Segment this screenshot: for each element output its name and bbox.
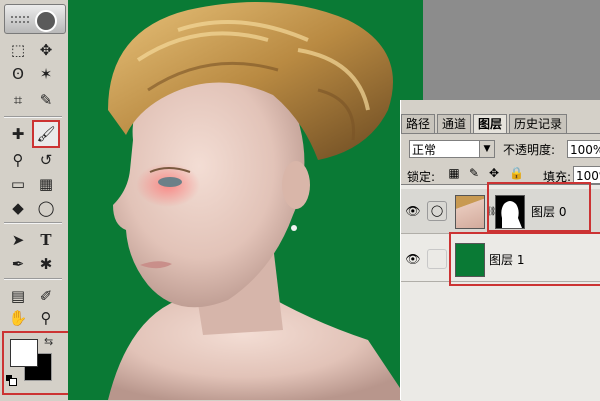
layers-panel: 路径 通道 图层 历史记录 正常 ▼ 不透明度: 100% 锁定: ▦ ✎ ✥ … bbox=[400, 100, 600, 401]
tab-channels[interactable]: 通道 bbox=[437, 114, 472, 133]
toolbox-divider bbox=[4, 278, 62, 280]
default-colors-icon[interactable] bbox=[6, 375, 17, 386]
gradient-tool-icon[interactable]: ▦ bbox=[34, 172, 58, 196]
chevron-down-icon[interactable]: ▼ bbox=[479, 141, 494, 157]
foreground-color-swatch[interactable] bbox=[10, 339, 38, 367]
move-tool-icon[interactable]: ✥ bbox=[34, 38, 58, 62]
brush-tool-icon[interactable]: 🖌 bbox=[32, 120, 60, 148]
history-brush-tool-icon[interactable]: ↺ bbox=[34, 148, 58, 172]
tab-layers[interactable]: 图层 bbox=[473, 114, 508, 133]
highlight-box bbox=[449, 232, 600, 286]
notes-tool-icon[interactable]: ▤ bbox=[6, 284, 30, 308]
path-selection-tool-icon[interactable]: ➤ bbox=[6, 228, 30, 252]
layer-link-cell[interactable] bbox=[427, 249, 447, 269]
shape-tool-icon[interactable]: ✱ bbox=[34, 252, 58, 276]
opacity-field[interactable]: 100% bbox=[567, 140, 600, 158]
app-logo-icon[interactable] bbox=[35, 10, 57, 32]
healing-brush-tool-icon[interactable]: ✚ bbox=[6, 122, 30, 146]
slice-tool-icon[interactable]: ✎ bbox=[34, 88, 58, 112]
highlight-box bbox=[487, 182, 591, 232]
lock-all-icon[interactable]: 🔒 bbox=[509, 166, 524, 180]
tab-paths[interactable]: 路径 bbox=[401, 114, 436, 133]
toolbox-header bbox=[4, 4, 66, 34]
layer-mask-link-icon[interactable]: ◯ bbox=[427, 201, 447, 221]
swap-colors-icon[interactable]: ⇆ bbox=[44, 335, 53, 348]
dodge-tool-icon[interactable]: ◯ bbox=[34, 196, 58, 220]
clone-stamp-tool-icon[interactable]: ⚲ bbox=[6, 148, 30, 172]
eyedropper-tool-icon[interactable]: ✐ bbox=[34, 284, 58, 308]
tab-divider bbox=[401, 133, 600, 134]
toolbox-divider bbox=[4, 116, 62, 118]
zoom-tool-icon[interactable]: ⚲ bbox=[34, 306, 58, 330]
workspace-background bbox=[423, 0, 600, 100]
hand-tool-icon[interactable]: ✋ bbox=[6, 306, 30, 330]
lock-transparency-icon[interactable]: ▦ bbox=[447, 166, 461, 180]
lock-position-icon[interactable]: ✥ bbox=[487, 166, 501, 180]
toolbox-divider bbox=[4, 222, 62, 224]
eye-icon[interactable]: 👁 bbox=[405, 251, 421, 267]
blend-mode-select[interactable]: 正常 ▼ bbox=[409, 140, 495, 158]
grip-icon[interactable] bbox=[11, 16, 29, 23]
panel-tabs: 路径 通道 图层 历史记录 bbox=[401, 114, 569, 134]
blend-mode-value: 正常 bbox=[412, 143, 437, 157]
color-swatches: ⇆ bbox=[2, 331, 70, 395]
pen-tool-icon[interactable]: ✒ bbox=[6, 252, 30, 276]
type-tool-icon[interactable]: T bbox=[34, 228, 58, 252]
eraser-tool-icon[interactable]: ▭ bbox=[6, 172, 30, 196]
lasso-tool-icon[interactable]: ʘ bbox=[6, 62, 30, 86]
crop-tool-icon[interactable]: ⌗ bbox=[6, 88, 30, 112]
marquee-tool-icon[interactable]: ⬚ bbox=[6, 38, 30, 62]
tab-history[interactable]: 历史记录 bbox=[509, 114, 568, 133]
portrait-image bbox=[108, 2, 408, 400]
toolbox: ⬚ ✥ ʘ ✶ ⌗ ✎ ✚ 🖌 ⚲ ↺ ▭ ▦ ◆ ◯ ➤ T ✒ ✱ ▤ ✐ … bbox=[0, 0, 70, 400]
layer-thumbnail[interactable] bbox=[455, 195, 485, 229]
lock-label: 锁定: bbox=[407, 170, 436, 184]
opacity-label: 不透明度: bbox=[503, 143, 556, 157]
lock-pixels-icon[interactable]: ✎ bbox=[467, 166, 481, 180]
document-canvas[interactable] bbox=[68, 0, 423, 400]
magic-wand-tool-icon[interactable]: ✶ bbox=[34, 62, 58, 86]
eye-icon[interactable]: 👁 bbox=[405, 203, 421, 219]
blur-tool-icon[interactable]: ◆ bbox=[6, 196, 30, 220]
